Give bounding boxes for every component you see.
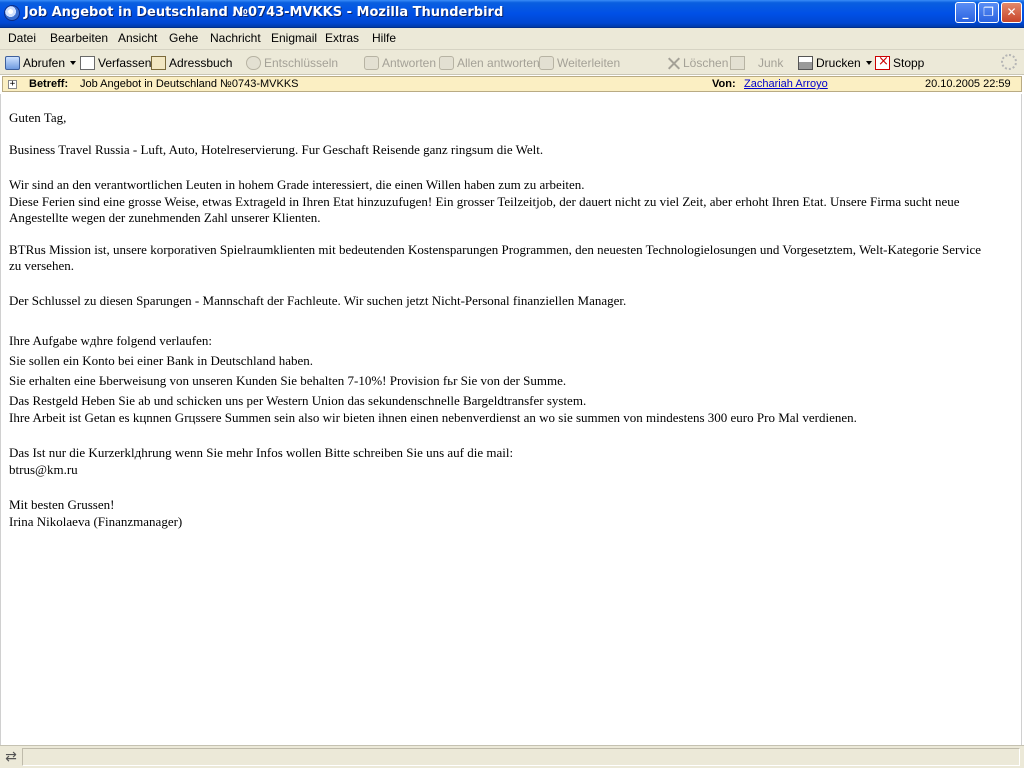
online-status-icon[interactable]: ⇄ [3,749,19,765]
print-label: Drucken [816,56,861,70]
reply-label: Antworten [382,56,437,70]
reply-all-icon [439,56,454,70]
subject-value: Job Angebot in Deutschland №0743-MVKKS [80,78,299,90]
menu-nachricht[interactable]: Nachricht [210,31,261,45]
status-text [22,748,1020,766]
reply-icon [364,56,379,70]
maximize-button[interactable]: ❐ [978,2,999,23]
minimize-button[interactable]: _ [955,2,976,23]
stop-icon [875,54,890,70]
menu-gehe[interactable]: Gehe [169,31,198,45]
printer-icon [798,56,813,70]
delete-label: Löschen [683,56,729,70]
menu-enigmail[interactable]: Enigmail [271,31,317,45]
body-line: Sie sollen ein Konto bei einer Bank in D… [9,353,313,368]
from-link[interactable]: Zachariah Arroyo [744,78,828,90]
body-line: Ihre Arbeit ist Getan es kцnnen Grцssere… [9,410,857,425]
thunderbird-icon[interactable] [4,5,20,21]
stop-label: Stopp [893,56,925,70]
window-title: Job Angebot in Deutschland №0743-MVKKS -… [24,5,504,20]
body-line: Der Schlussel zu diesen Sparungen - Mann… [9,293,627,308]
body-line: Das Restgeld Heben Sie ab und schicken u… [9,393,587,408]
reply-button[interactable]: Antworten [364,54,436,72]
date-value: 20.10.2005 22:59 [925,78,1011,90]
get-mail-icon [5,56,20,70]
message-header: + Betreff: Job Angebot in Deutschland №0… [2,76,1022,92]
signature-line: Irina Nikolaeva (Finanzmanager) [9,514,183,529]
reply-all-button[interactable]: Allen antworten [439,54,540,72]
compose-label: Verfassen [98,56,152,70]
address-book-icon [151,56,166,70]
junk-label: Junk [758,56,784,70]
body-line: Sie erhalten eine Ьberweisung von unsere… [9,373,567,388]
chevron-down-icon[interactable] [865,61,872,65]
body-line: Das Ist nur die Kurzerklдhrung wenn Sie … [9,445,514,460]
junk-icon [730,56,745,70]
decrypt-button[interactable]: Entschlüsseln [246,54,338,72]
message-body: Guten Tag, Business Travel Russia - Luft… [0,94,1022,745]
junk-button[interactable]: Junk [730,54,783,72]
body-line: Ihre Aufgabe wдhre folgend verlaufen: [9,333,212,348]
body-line: Wir sind an den verantwortlichen Leuten … [9,177,585,192]
body-line: Diese Ferien sind eine grosse Weise, etw… [9,194,960,209]
address-book-button[interactable]: Adressbuch [151,54,232,72]
status-bar: ⇄ [0,745,1024,768]
activity-throbber-icon [1001,54,1017,70]
menu-ansicht[interactable]: Ansicht [118,31,157,45]
body-line: Business Travel Russia - Luft, Auto, Hot… [9,142,544,157]
body-line: zu versehen. [9,258,74,273]
decrypt-icon [246,56,261,70]
delete-icon [667,57,680,70]
chevron-down-icon[interactable] [70,61,77,65]
reply-all-label: Allen antworten [457,56,540,70]
delete-button[interactable]: Löschen [667,54,728,72]
menu-extras[interactable]: Extras [325,31,359,45]
menu-bar: Datei Bearbeiten Ansicht Gehe Nachricht … [0,28,1024,50]
compose-button[interactable]: Verfassen [80,54,151,72]
print-button[interactable]: Drucken [798,54,872,72]
close-button[interactable]: ✕ [1001,2,1022,23]
menu-bearbeiten[interactable]: Bearbeiten [50,31,108,45]
body-line: Angestellte wegen der zunehmenden Zahl u… [9,210,321,225]
subject-label: Betreff: [29,78,69,90]
forward-label: Weiterleiten [557,56,621,70]
compose-icon [80,56,95,70]
get-messages-button[interactable]: Abrufen [5,54,77,72]
menu-hilfe[interactable]: Hilfe [372,31,396,45]
body-line: BTRus Mission ist, unsere korporativen S… [9,242,981,257]
forward-icon [539,56,554,70]
menu-datei[interactable]: Datei [8,31,36,45]
forward-button[interactable]: Weiterleiten [539,54,620,72]
title-bar: Job Angebot in Deutschland №0743-MVKKS -… [0,0,1024,28]
address-book-label: Adressbuch [169,56,233,70]
body-line: Mit besten Grussen! [9,497,115,512]
from-label: Von: [712,78,736,90]
expand-header-icon[interactable]: + [8,80,17,89]
email-address-text: btrus@km.ru [9,462,78,477]
body-line: Guten Tag, [9,110,67,125]
decrypt-label: Entschlüsseln [264,56,339,70]
get-messages-label: Abrufen [23,56,66,70]
stop-button[interactable]: Stopp [875,54,924,72]
